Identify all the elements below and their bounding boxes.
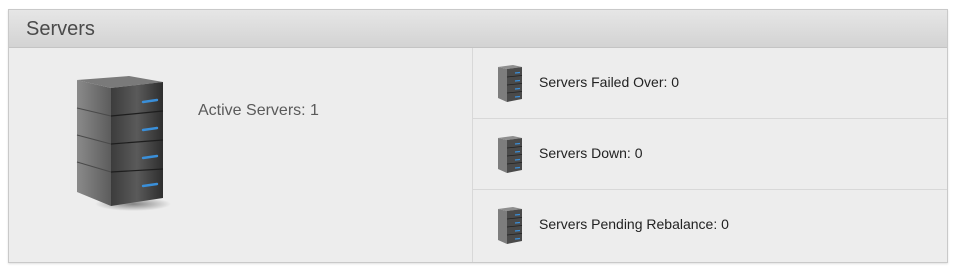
panel-title: Servers [26,18,95,40]
server-status-list: Servers Failed Over: 0 Servers Down: 0 S… [473,48,947,262]
status-row-down: Servers Down: 0 [473,119,947,190]
status-row-pending-rebalance: Servers Pending Rebalance: 0 [473,190,947,261]
panel-header: Servers [9,10,947,48]
panel-body: Active Servers: 1 Servers Failed Over: 0 [9,48,947,262]
status-label: Servers Pending Rebalance: 0 [539,216,729,232]
status-row-failed-over: Servers Failed Over: 0 [473,48,947,119]
server-icon [498,65,523,102]
server-icon [498,207,523,244]
servers-panel: Servers Active Servers: 1 Servers Failed… [8,9,948,263]
server-icon [498,136,523,173]
status-label: Servers Down: 0 [539,145,643,161]
active-servers-label: Active Servers: 1 [198,102,319,119]
active-servers-section: Active Servers: 1 [9,48,473,262]
status-label: Servers Failed Over: 0 [539,74,680,90]
server-tower-icon [76,76,171,211]
